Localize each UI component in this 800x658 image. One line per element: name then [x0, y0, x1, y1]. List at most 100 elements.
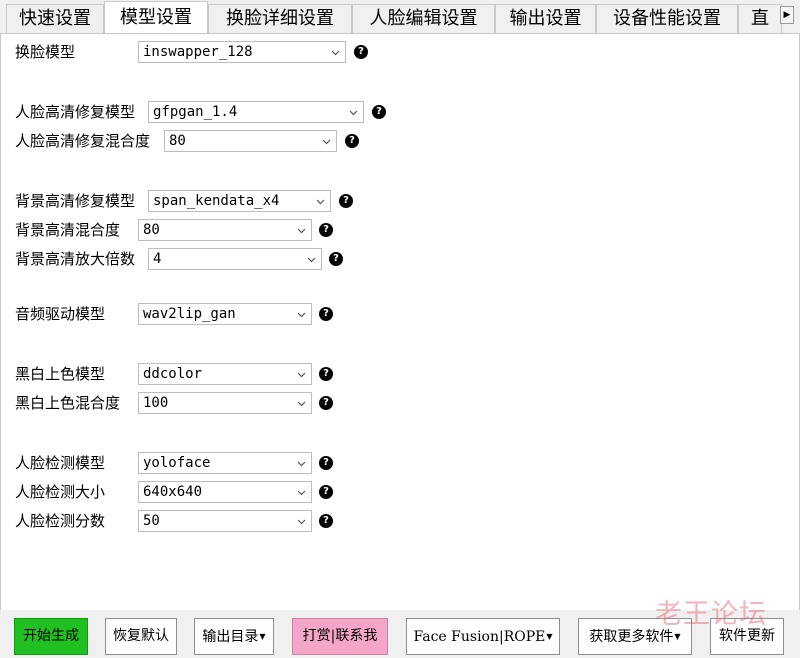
face-fusion-rope-button[interactable]: Face Fusion|ROPE▼: [406, 618, 560, 655]
frame-enhancer-scale-select[interactable]: 4: [148, 248, 322, 270]
help-icon[interactable]: ?: [339, 194, 353, 208]
chevron-down-icon: [297, 490, 306, 496]
face-swap-model-value: inswapper_128: [143, 44, 253, 60]
help-icon[interactable]: ?: [319, 514, 333, 528]
lip-sync-model-value: wav2lip_gan: [143, 306, 236, 322]
row-face-swap-model: 换脸模型 inswapper_128 ?: [1, 40, 800, 64]
tab-output-settings[interactable]: 输出设置: [495, 4, 596, 33]
label-face-enhancer-model: 人脸高清修复模型: [15, 103, 136, 121]
dropdown-caret-icon: ▼: [546, 632, 553, 641]
help-icon[interactable]: ?: [319, 367, 333, 381]
face-detector-size-value: 640x640: [143, 484, 203, 500]
colorizer-blend-select[interactable]: 100: [138, 392, 312, 414]
label-face-detector-size: 人脸检测大小: [15, 483, 106, 501]
chevron-down-icon: [322, 139, 331, 145]
label-face-swap-model: 换脸模型: [15, 43, 76, 61]
tab-scroll-right-button[interactable]: ▶: [780, 6, 794, 24]
row-frame-enhancer-scale: 背景高清放大倍数 4 ?: [1, 247, 800, 271]
label-frame-enhancer-scale: 背景高清放大倍数: [15, 250, 136, 268]
lip-sync-model-select[interactable]: wav2lip_gan: [138, 303, 312, 325]
help-icon[interactable]: ?: [319, 223, 333, 237]
face-detector-score-select[interactable]: 50: [138, 510, 312, 532]
face-enhancer-blend-value: 80: [169, 133, 186, 149]
row-lip-sync-model: 音频驱动模型 wav2lip_gan ?: [1, 302, 800, 326]
output-directory-button[interactable]: 输出目录▼: [194, 618, 274, 655]
row-face-detector-model: 人脸检测模型 yoloface ?: [1, 451, 800, 475]
row-frame-enhancer-model: 背景高清修复模型 span_kendata_x4 ?: [1, 189, 800, 213]
model-settings-panel: 换脸模型 inswapper_128 ? 人脸高清修复模型 gfpgan_1.4…: [0, 34, 800, 610]
face-enhancer-blend-select[interactable]: 80: [164, 130, 337, 152]
tab-face-edit-settings[interactable]: 人脸编辑设置: [352, 4, 495, 33]
chevron-down-icon: [307, 257, 316, 263]
tab-swap-detail-settings[interactable]: 换脸详细设置: [208, 4, 352, 33]
help-icon[interactable]: ?: [319, 456, 333, 470]
face-detector-size-select[interactable]: 640x640: [138, 481, 312, 503]
frame-enhancer-blend-select[interactable]: 80: [138, 219, 312, 241]
row-face-enhancer-model: 人脸高清修复模型 gfpgan_1.4 ?: [1, 100, 800, 124]
tab-truncated[interactable]: 直: [738, 4, 782, 33]
software-update-button[interactable]: 软件更新: [710, 618, 784, 655]
chevron-down-icon: [297, 312, 306, 318]
chevron-down-icon: [297, 228, 306, 234]
chevron-down-icon: [316, 199, 325, 205]
reset-defaults-button[interactable]: 恢复默认: [105, 618, 177, 655]
output-dir-button-label: 输出目录: [202, 629, 259, 645]
frame-enhancer-scale-value: 4: [153, 251, 162, 267]
help-icon[interactable]: ?: [319, 307, 333, 321]
help-icon[interactable]: ?: [345, 134, 359, 148]
help-icon[interactable]: ?: [372, 105, 386, 119]
row-colorizer-blend: 黑白上色混合度 100 ?: [1, 391, 800, 415]
frame-enhancer-blend-value: 80: [143, 222, 160, 238]
colorizer-blend-value: 100: [143, 395, 169, 411]
row-face-detector-size: 人脸检测大小 640x640 ?: [1, 480, 800, 504]
label-lip-sync-model: 音频驱动模型: [15, 305, 106, 323]
label-face-enhancer-blend: 人脸高清修复混合度: [15, 132, 151, 150]
help-icon[interactable]: ?: [319, 485, 333, 499]
row-face-detector-score: 人脸检测分数 50 ?: [1, 509, 800, 533]
tab-model-settings[interactable]: 模型设置: [104, 1, 208, 33]
help-icon[interactable]: ?: [329, 252, 343, 266]
chevron-down-icon: [297, 519, 306, 525]
frame-enhancer-model-select[interactable]: span_kendata_x4: [148, 190, 331, 212]
chevron-down-icon: [297, 401, 306, 407]
tip-contact-button-label: 打赏|联系我: [302, 628, 378, 644]
label-frame-enhancer-blend: 背景高清混合度: [15, 221, 121, 239]
colorizer-model-value: ddcolor: [143, 366, 203, 382]
tip-contact-button[interactable]: 打赏|联系我: [292, 618, 388, 655]
label-face-detector-model: 人脸检测模型: [15, 454, 106, 472]
chevron-down-icon: [349, 110, 358, 116]
colorizer-model-select[interactable]: ddcolor: [138, 363, 312, 385]
update-button-label: 软件更新: [719, 628, 775, 644]
face-detector-model-select[interactable]: yoloface: [138, 452, 312, 474]
label-frame-enhancer-model: 背景高清修复模型: [15, 192, 136, 210]
chevron-down-icon: [297, 372, 306, 378]
face-detector-model-value: yoloface: [143, 455, 211, 471]
face-detector-score-value: 50: [143, 513, 160, 529]
row-face-enhancer-blend: 人脸高清修复混合度 80 ?: [1, 129, 800, 153]
face-fusion-rope-button-label: Face Fusion|ROPE: [413, 629, 546, 645]
start-button-label: 开始生成: [23, 628, 79, 644]
label-colorizer-model: 黑白上色模型: [15, 365, 106, 383]
face-enhancer-model-select[interactable]: gfpgan_1.4: [148, 101, 364, 123]
chevron-down-icon: [331, 50, 340, 56]
tab-device-performance-settings[interactable]: 设备性能设置: [596, 4, 738, 33]
tab-bar: 快速设置 模型设置 换脸详细设置 人脸编辑设置 输出设置 设备性能设置 直 ▶: [0, 0, 800, 34]
face-swap-model-select[interactable]: inswapper_128: [138, 41, 346, 63]
dropdown-caret-icon: ▼: [674, 632, 681, 641]
chevron-down-icon: [297, 461, 306, 467]
help-icon[interactable]: ?: [319, 396, 333, 410]
label-face-detector-score: 人脸检测分数: [15, 512, 106, 530]
row-frame-enhancer-blend: 背景高清混合度 80 ?: [1, 218, 800, 242]
more-software-button[interactable]: 获取更多软件▼: [578, 618, 692, 655]
tab-quick-settings[interactable]: 快速设置: [6, 4, 104, 33]
label-colorizer-blend: 黑白上色混合度: [15, 394, 121, 412]
more-software-button-label: 获取更多软件: [589, 629, 674, 645]
start-button[interactable]: 开始生成: [14, 618, 88, 655]
frame-enhancer-model-value: span_kendata_x4: [153, 193, 280, 209]
help-icon[interactable]: ?: [354, 45, 368, 59]
bottom-button-bar: 开始生成 恢复默认 输出目录▼ 打赏|联系我 Face Fusion|ROPE▼…: [0, 610, 800, 658]
dropdown-caret-icon: ▼: [259, 632, 266, 641]
reset-button-label: 恢复默认: [113, 628, 169, 644]
row-colorizer-model: 黑白上色模型 ddcolor ?: [1, 362, 800, 386]
chevron-right-icon: ▶: [783, 10, 791, 20]
